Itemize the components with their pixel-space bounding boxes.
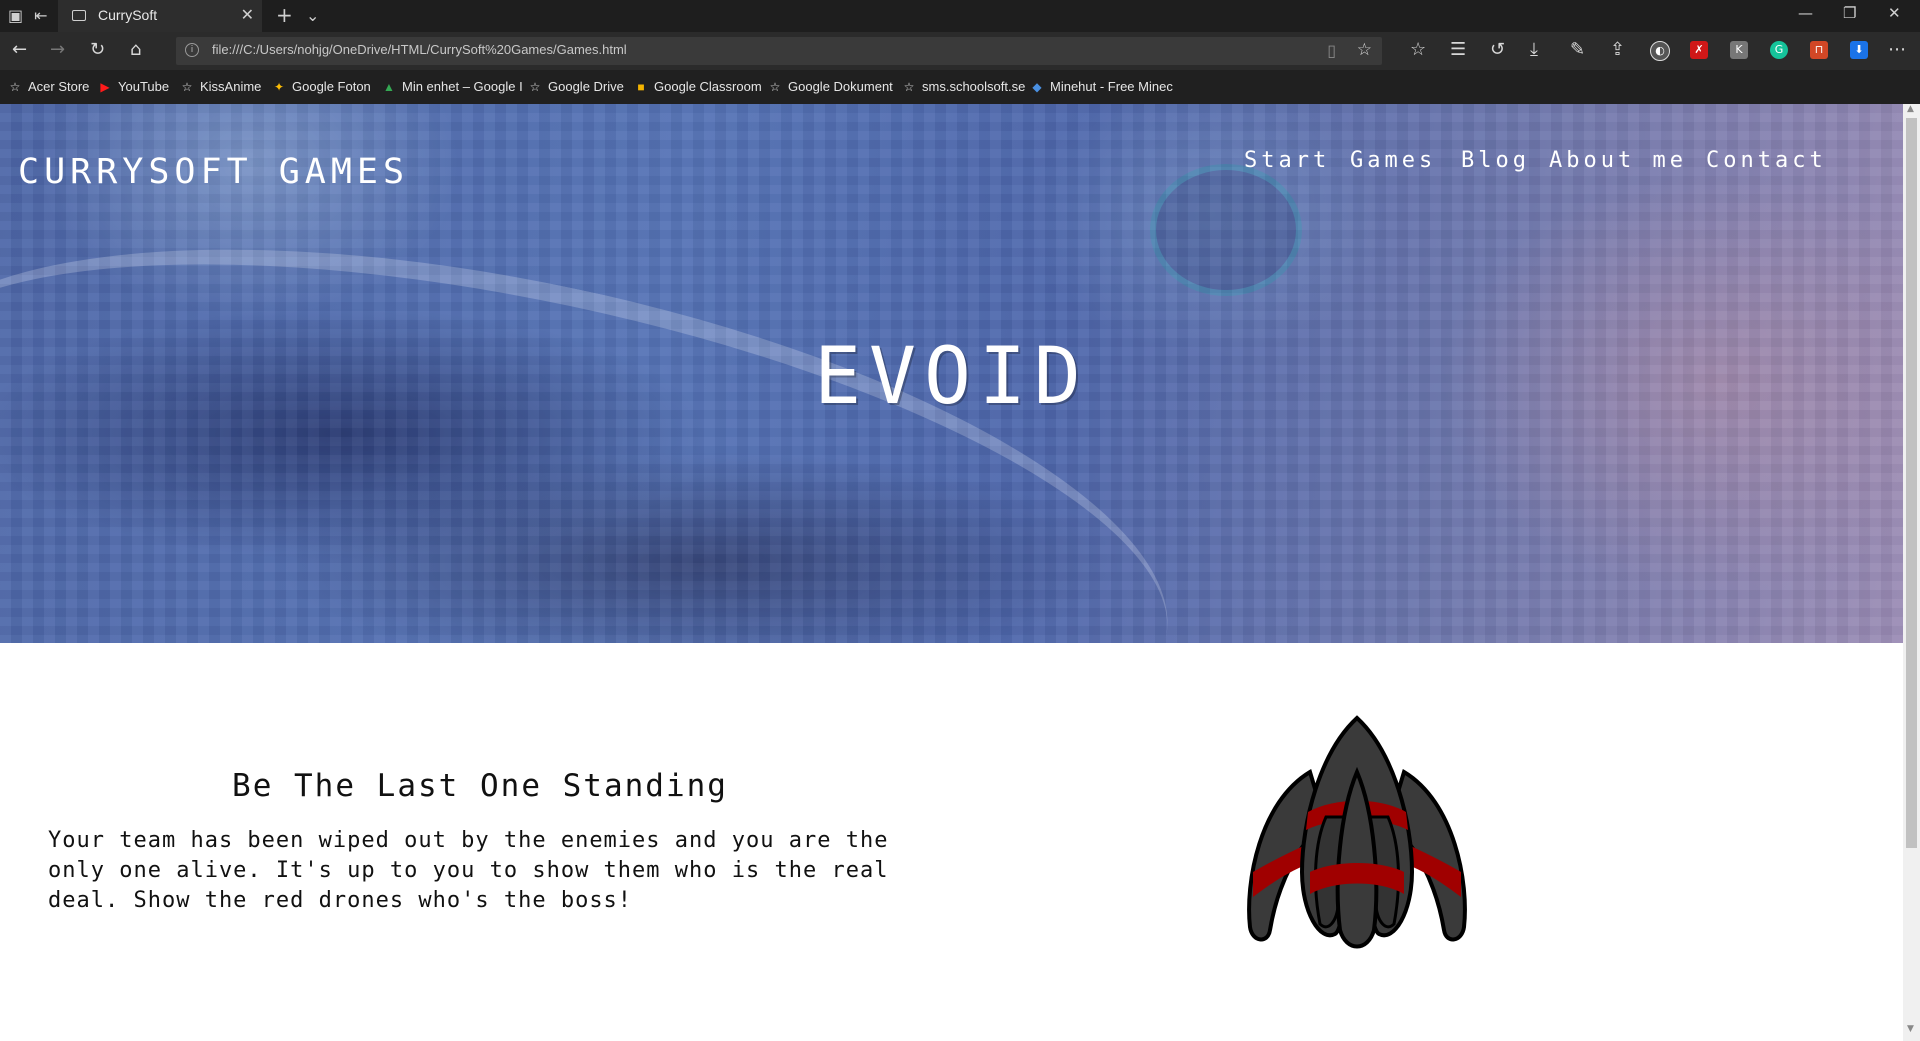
- new-tab-icon[interactable]: +: [276, 3, 293, 27]
- bookmark-youtube[interactable]: ▶ YouTube: [98, 79, 169, 94]
- minehut-icon: ◆: [1032, 80, 1042, 94]
- google-drive-icon: ▲: [383, 80, 395, 94]
- restore-icon[interactable]: ❐: [1843, 4, 1856, 22]
- minimize-icon[interactable]: —: [1798, 4, 1813, 22]
- tab-actions-icon[interactable]: ▣: [8, 6, 23, 25]
- favorites-icon[interactable]: ☆: [1410, 39, 1426, 60]
- star-icon: ☆: [181, 80, 193, 94]
- favorite-star-icon[interactable]: ☆: [1357, 40, 1372, 60]
- star-icon: ☆: [903, 80, 915, 94]
- nav-games[interactable]: Games: [1350, 148, 1436, 173]
- star-icon: ☆: [529, 80, 541, 94]
- grammarly-icon[interactable]: G: [1770, 41, 1788, 59]
- downloads-icon[interactable]: ⤓: [1530, 39, 1538, 60]
- reading-list-icon[interactable]: ☰: [1450, 39, 1466, 60]
- extension-gray-icon[interactable]: K: [1730, 41, 1748, 59]
- forward-icon[interactable]: →: [50, 39, 65, 60]
- spaceship-image: [1247, 715, 1467, 949]
- extension-blue-icon[interactable]: ⬇: [1850, 41, 1868, 59]
- info-icon[interactable]: i: [185, 43, 199, 57]
- bookmark-min-enhet[interactable]: ▲ Min enhet – Google I: [382, 79, 523, 94]
- close-window-icon[interactable]: ✕: [1888, 4, 1901, 22]
- hero-banner: CURRYSOFT GAMES Start Games Blog About m…: [0, 104, 1903, 643]
- bookmark-kissanime[interactable]: ☆ KissAnime: [180, 79, 262, 94]
- bookmark-google-drive[interactable]: ☆ Google Drive: [528, 79, 624, 94]
- home-icon[interactable]: ⌂: [130, 39, 141, 60]
- office-icon[interactable]: ⊓: [1810, 41, 1828, 59]
- browser-chrome: ▣ ⇤ CurrySoft ✕ + ⌄ — ❐ ✕ ← → ↻ ⌂ i file…: [0, 0, 1920, 104]
- tab-title: CurrySoft: [98, 7, 158, 23]
- star-icon: ☆: [769, 80, 781, 94]
- history-icon[interactable]: ↺: [1490, 39, 1505, 60]
- extension-red-icon[interactable]: ✗: [1690, 41, 1708, 59]
- section-heading: Be The Last One Standing: [232, 768, 728, 804]
- back-icon[interactable]: ←: [12, 39, 27, 60]
- share-icon[interactable]: ⇪: [1610, 39, 1625, 60]
- scroll-up-icon[interactable]: ▲: [1907, 104, 1914, 114]
- google-classroom-icon: ■: [637, 80, 645, 94]
- bookmark-google-dokument[interactable]: ☆ Google Dokument: [768, 79, 893, 94]
- more-menu-icon[interactable]: ⋯: [1888, 39, 1906, 60]
- nav-contact[interactable]: Contact: [1706, 148, 1827, 173]
- bookmark-minehut[interactable]: ◆ Minehut - Free Minec: [1030, 79, 1172, 94]
- extension-shield-icon[interactable]: ◐: [1650, 41, 1670, 61]
- bookmark-google-foton[interactable]: ✦ Google Foton: [272, 79, 371, 94]
- page-scrollbar[interactable]: ▲ ▼: [1903, 104, 1920, 1041]
- close-tab-icon[interactable]: ✕: [241, 5, 254, 24]
- google-photos-icon: ✦: [273, 80, 285, 94]
- scroll-down-icon[interactable]: ▼: [1907, 1024, 1914, 1034]
- web-note-icon[interactable]: ✎: [1570, 39, 1585, 60]
- nav-blog[interactable]: Blog: [1461, 148, 1530, 173]
- page-icon: [72, 10, 86, 21]
- bookmark-schoolsoft[interactable]: ☆ sms.schoolsoft.se: [902, 79, 1026, 94]
- tab-bar: ▣ ⇤ CurrySoft ✕ + ⌄ — ❐ ✕: [0, 0, 1920, 32]
- bookmark-acer-store[interactable]: ☆ Acer Store: [8, 79, 90, 94]
- reading-view-icon[interactable]: ▯: [1327, 41, 1336, 60]
- navigation-bar: ← → ↻ ⌂ i file:///C:/Users/nohjg/OneDriv…: [0, 32, 1920, 70]
- youtube-icon: ▶: [100, 80, 110, 94]
- section-paragraph: Your team has been wiped out by the enem…: [48, 828, 889, 913]
- set-aside-tabs-icon[interactable]: ⇤: [34, 6, 47, 25]
- nav-about-me[interactable]: About me: [1549, 148, 1687, 173]
- hero-title: EVOID: [814, 332, 1089, 422]
- address-bar[interactable]: i file:///C:/Users/nohjg/OneDrive/HTML/C…: [176, 37, 1382, 65]
- star-icon: ☆: [9, 80, 21, 94]
- bookmark-google-classroom[interactable]: ■ Google Classroom: [634, 79, 761, 94]
- nav-start[interactable]: Start: [1244, 148, 1330, 173]
- refresh-icon[interactable]: ↻: [90, 39, 105, 60]
- favorites-bar: ☆ Acer Store ▶ YouTube ☆ KissAnime ✦ Google …: [0, 70, 1920, 104]
- scrollbar-thumb[interactable]: [1906, 118, 1917, 848]
- url-text[interactable]: file:///C:/Users/nohjg/OneDrive/HTML/Cur…: [212, 42, 627, 57]
- tab-preview-chevron-icon[interactable]: ⌄: [306, 6, 319, 25]
- site-logo[interactable]: CURRYSOFT GAMES: [18, 152, 409, 192]
- active-tab[interactable]: CurrySoft ✕: [58, 0, 262, 32]
